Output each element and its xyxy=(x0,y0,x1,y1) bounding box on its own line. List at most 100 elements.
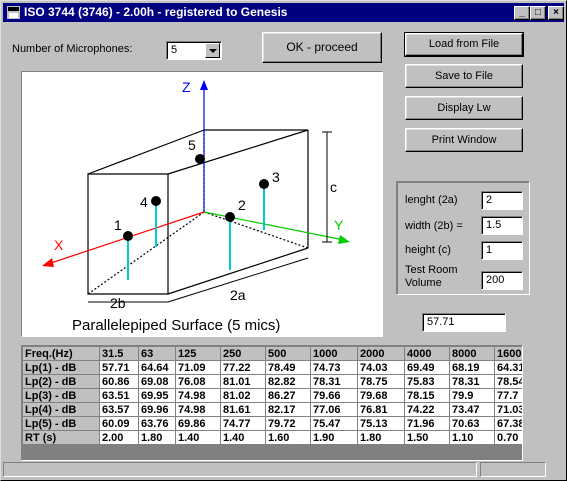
table-cell[interactable]: 1.50 xyxy=(404,430,450,445)
table-cell[interactable]: 0.70 xyxy=(494,430,522,445)
mic-count-label: Number of Microphones: xyxy=(12,43,133,55)
table-cell[interactable]: 67.38 xyxy=(494,416,522,431)
table-cell[interactable]: 60.86 xyxy=(99,374,139,389)
table-cell[interactable]: 1.90 xyxy=(310,430,358,445)
table-header-cell[interactable]: 31.5 xyxy=(99,346,139,361)
height-label: height (c) xyxy=(405,244,451,256)
width-input[interactable]: 1.5 xyxy=(481,216,523,235)
table-row-header[interactable]: Lp(1) - dB xyxy=(22,360,100,375)
table-cell[interactable]: 60.09 xyxy=(99,416,139,431)
table-cell[interactable]: 76.08 xyxy=(175,374,221,389)
mic-2-marker xyxy=(225,212,235,222)
table-header-cell[interactable]: 250 xyxy=(220,346,266,361)
save-to-file-button[interactable]: Save to File xyxy=(405,64,523,88)
mic-2-label: 2 xyxy=(238,197,246,213)
volume-input[interactable]: 200 xyxy=(481,271,523,290)
mic-count-select[interactable]: 5 xyxy=(166,41,222,60)
table-cell[interactable]: 78.31 xyxy=(449,374,495,389)
table-cell[interactable]: 70.63 xyxy=(449,416,495,431)
height-input[interactable]: 1 xyxy=(481,241,523,260)
table-cell[interactable]: 78.31 xyxy=(310,374,358,389)
table-header-cell[interactable]: 16000 xyxy=(494,346,522,361)
table-cell[interactable]: 75.13 xyxy=(357,416,405,431)
table-cell[interactable]: 63.51 xyxy=(99,388,139,403)
table-cell[interactable]: 81.01 xyxy=(220,374,266,389)
table-cell[interactable]: 77.7 xyxy=(494,388,522,403)
table-cell[interactable]: 69.96 xyxy=(138,402,176,417)
minimize-button[interactable]: _ xyxy=(514,6,530,20)
table-cell[interactable]: 64.64 xyxy=(138,360,176,375)
table-header-cell[interactable]: 8000 xyxy=(449,346,495,361)
table-cell[interactable]: 63.57 xyxy=(99,402,139,417)
table-cell[interactable]: 1.60 xyxy=(265,430,311,445)
table-cell[interactable]: 81.61 xyxy=(220,402,266,417)
table-cell[interactable]: 71.03 xyxy=(494,402,522,417)
table-cell[interactable]: 57.71 xyxy=(99,360,139,375)
table-cell[interactable]: 79.9 xyxy=(449,388,495,403)
diagram-caption: Parallelepiped Surface (5 mics) xyxy=(72,317,280,334)
table-row-header[interactable]: Lp(5) - dB xyxy=(22,416,100,431)
table-cell[interactable]: 78.15 xyxy=(404,388,450,403)
table-cell[interactable]: 69.86 xyxy=(175,416,221,431)
table-cell[interactable]: 78.54 xyxy=(494,374,522,389)
table-header-cell[interactable]: 500 xyxy=(265,346,311,361)
table-cell[interactable]: 69.49 xyxy=(404,360,450,375)
table-cell[interactable]: 81.02 xyxy=(220,388,266,403)
table-cell[interactable]: 75.83 xyxy=(404,374,450,389)
table-header-cell[interactable]: 125 xyxy=(175,346,221,361)
table-cell[interactable]: 71.09 xyxy=(175,360,221,375)
table-cell[interactable]: 75.47 xyxy=(310,416,358,431)
table-cell[interactable]: 69.95 xyxy=(138,388,176,403)
table-cell[interactable]: 86.27 xyxy=(265,388,311,403)
maximize-button[interactable]: □ xyxy=(530,6,546,20)
chevron-down-icon[interactable] xyxy=(205,43,220,58)
table-header-cell[interactable]: 2000 xyxy=(357,346,405,361)
table-cell[interactable]: 79.68 xyxy=(357,388,405,403)
table-cell[interactable]: 78.49 xyxy=(265,360,311,375)
ok-proceed-button[interactable]: OK - proceed xyxy=(262,32,382,63)
table-row-header[interactable]: RT (s) xyxy=(22,430,100,445)
volume-label-line2: Volume xyxy=(405,277,442,289)
print-window-button[interactable]: Print Window xyxy=(405,128,523,152)
table-cell[interactable]: 1.40 xyxy=(220,430,266,445)
table-cell[interactable]: 74.98 xyxy=(175,388,221,403)
table-cell[interactable]: 71.96 xyxy=(404,416,450,431)
table-cell[interactable]: 82.17 xyxy=(265,402,311,417)
table-cell[interactable]: 74.77 xyxy=(220,416,266,431)
result-value-field[interactable]: 57.71 xyxy=(422,313,506,332)
table-cell[interactable]: 64.31 xyxy=(494,360,522,375)
table-row-header[interactable]: Lp(3) - dB xyxy=(22,388,100,403)
table-header-cell[interactable]: 1000 xyxy=(310,346,358,361)
table-cell[interactable]: 1.80 xyxy=(138,430,176,445)
table-header-cell[interactable]: 4000 xyxy=(404,346,450,361)
table-cell[interactable]: 77.06 xyxy=(310,402,358,417)
table-cell[interactable]: 2.00 xyxy=(99,430,139,445)
table-cell[interactable]: 77.22 xyxy=(220,360,266,375)
table-cell[interactable]: 79.66 xyxy=(310,388,358,403)
table-row-header[interactable]: Lp(4) - dB xyxy=(22,402,100,417)
length-input[interactable]: 2 xyxy=(481,191,523,210)
table-cell[interactable]: 1.80 xyxy=(357,430,405,445)
title-bar[interactable]: ISO 3744 (3746) - 2.00h - registered to … xyxy=(3,3,564,22)
table-header-cell[interactable]: Freq.(Hz) xyxy=(22,346,100,361)
table-cell[interactable]: 69.08 xyxy=(138,374,176,389)
table-cell[interactable]: 74.98 xyxy=(175,402,221,417)
table-cell[interactable]: 74.22 xyxy=(404,402,450,417)
table-row-header[interactable]: Lp(2) - dB xyxy=(22,374,100,389)
display-lw-button[interactable]: Display Lw xyxy=(405,96,523,120)
table-header-cell[interactable]: 63 xyxy=(138,346,176,361)
table-cell[interactable]: 1.10 xyxy=(449,430,495,445)
table-cell[interactable]: 79.72 xyxy=(265,416,311,431)
table-cell[interactable]: 74.03 xyxy=(357,360,405,375)
table-cell[interactable]: 63.76 xyxy=(138,416,176,431)
table-cell[interactable]: 1.40 xyxy=(175,430,221,445)
table-cell[interactable]: 74.73 xyxy=(310,360,358,375)
data-grid[interactable]: Freq.(Hz) 31.5 63 125 250 500 1000 2000 4000 8000… xyxy=(21,345,523,461)
table-cell[interactable]: 78.75 xyxy=(357,374,405,389)
table-cell[interactable]: 76.81 xyxy=(357,402,405,417)
table-cell[interactable]: 82.82 xyxy=(265,374,311,389)
load-from-file-button[interactable]: Load from File xyxy=(404,32,524,57)
close-button[interactable]: × xyxy=(548,6,564,20)
table-cell[interactable]: 68.19 xyxy=(449,360,495,375)
table-cell[interactable]: 73.47 xyxy=(449,402,495,417)
